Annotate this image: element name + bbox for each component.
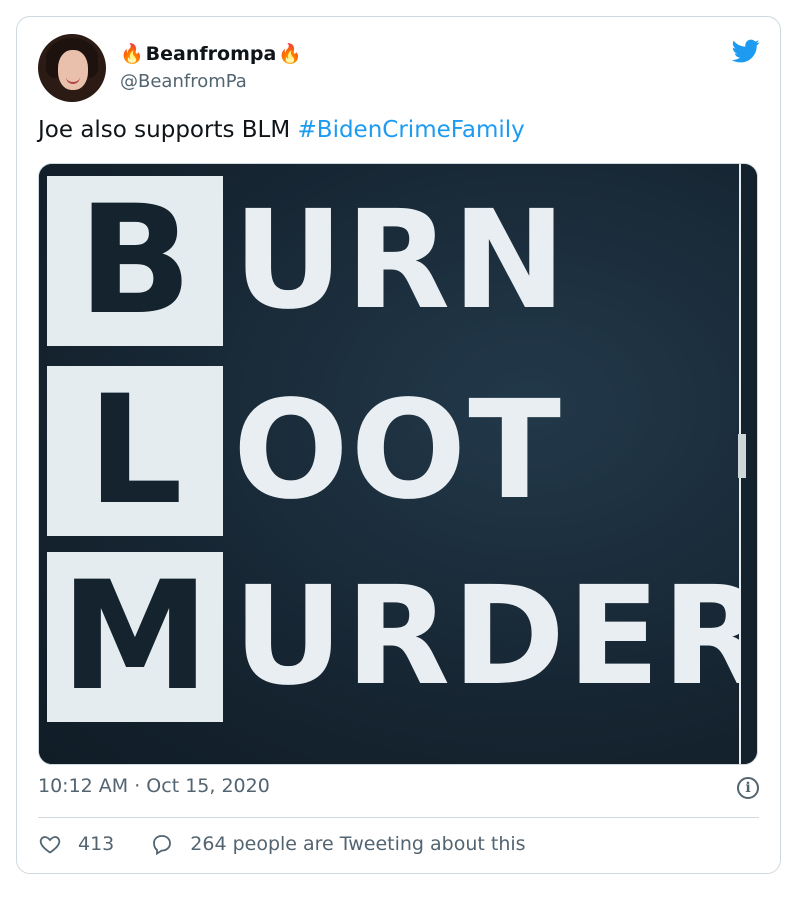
tweet-timestamp[interactable]: 10:12 AM · Oct 15, 2020 bbox=[38, 775, 270, 797]
tweet-actions: 413 264 people are Tweeting about this bbox=[38, 832, 526, 856]
like-button[interactable]: 413 bbox=[38, 832, 114, 856]
fire-emoji-icon: 🔥 bbox=[120, 42, 144, 65]
speech-bubble-icon bbox=[153, 835, 172, 856]
tweet-card: 🔥 Beanfrompa 🔥 @BeanfromPa Joe also supp… bbox=[16, 16, 781, 874]
avatar[interactable] bbox=[38, 34, 106, 102]
author-name-row[interactable]: 🔥 Beanfrompa 🔥 bbox=[120, 43, 302, 65]
author-display-name[interactable]: Beanfrompa bbox=[146, 43, 277, 65]
conversation-link[interactable]: 264 people are Tweeting about this bbox=[150, 832, 526, 856]
poster-line-2: L OOT bbox=[47, 366, 563, 536]
hashtag-link[interactable]: #BidenCrimeFamily bbox=[298, 117, 525, 143]
poster-word-rest-3: URDER bbox=[233, 558, 758, 716]
info-icon[interactable]: i bbox=[737, 777, 759, 799]
poster-line-3: M URDER bbox=[47, 552, 758, 722]
author-handle[interactable]: @BeanfromPa bbox=[120, 71, 247, 92]
fire-emoji-icon: 🔥 bbox=[278, 42, 302, 65]
poster-initial-m: M bbox=[47, 552, 223, 722]
poster-word-rest-1: URN bbox=[233, 182, 568, 340]
poster-initial-l: L bbox=[47, 366, 223, 536]
heart-icon bbox=[39, 836, 61, 854]
tweet-body: Joe also supports BLM bbox=[38, 117, 291, 143]
blm-poster: B URN L OOT M URDER bbox=[39, 164, 757, 764]
image-side-tab bbox=[738, 434, 746, 478]
tweet-text: Joe also supports BLM #BidenCrimeFamily bbox=[38, 117, 525, 143]
divider bbox=[38, 817, 759, 818]
conversation-text: 264 people are Tweeting about this bbox=[190, 833, 526, 855]
poster-line-1: B URN bbox=[47, 176, 568, 346]
poster-initial-b: B bbox=[47, 176, 223, 346]
twitter-bird-icon[interactable] bbox=[730, 37, 762, 65]
tweet-media-image[interactable]: B URN L OOT M URDER bbox=[38, 163, 758, 765]
poster-word-rest-2: OOT bbox=[233, 372, 563, 530]
avatar-face bbox=[58, 50, 88, 90]
like-count: 413 bbox=[78, 833, 115, 855]
